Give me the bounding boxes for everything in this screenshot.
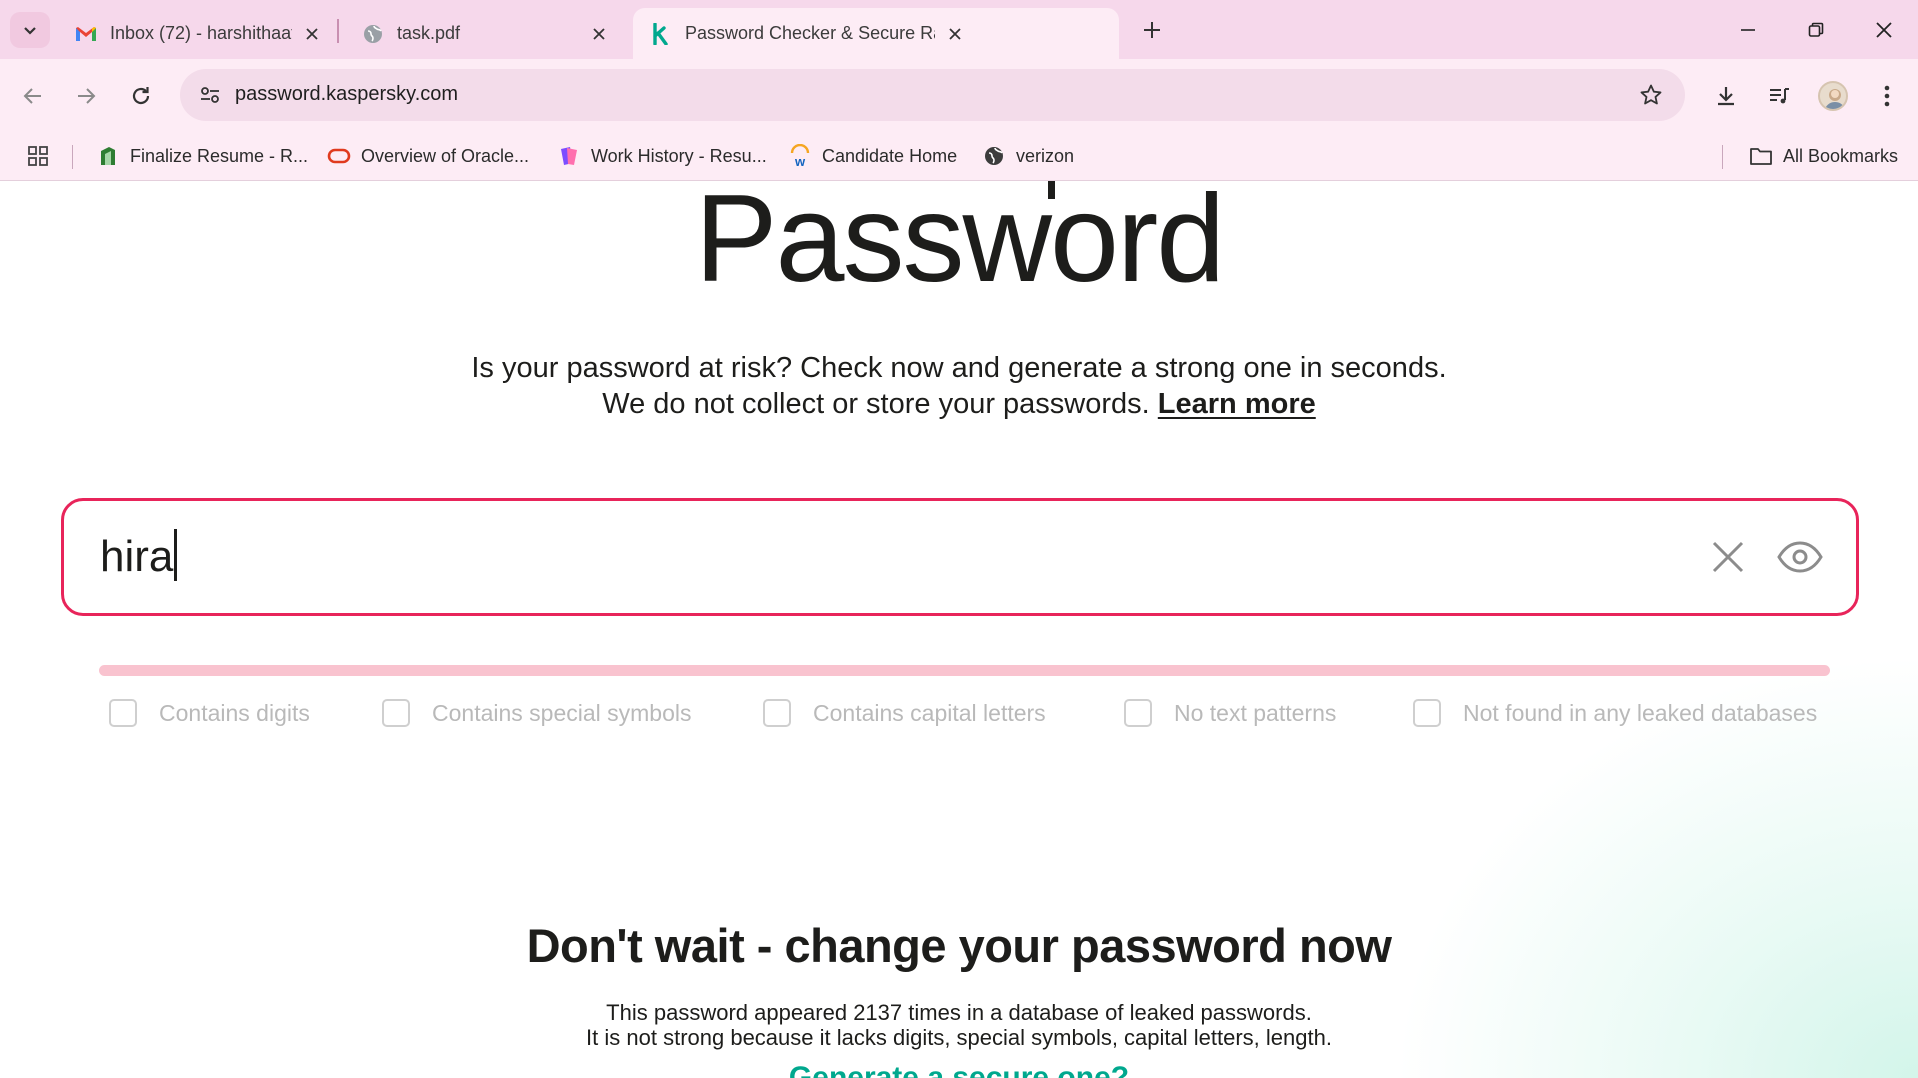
minimize-button[interactable] xyxy=(1720,8,1776,52)
text-cursor xyxy=(174,529,178,581)
globe-icon xyxy=(361,22,385,46)
reload-icon xyxy=(132,87,150,105)
download-icon xyxy=(1718,87,1734,106)
chevron-down-icon xyxy=(24,27,36,35)
bookmark-candidate-home[interactable]: w Candidate Home xyxy=(788,143,957,169)
close-window-button[interactable] xyxy=(1856,8,1912,52)
criterion-label: Contains digits xyxy=(159,699,310,726)
checkbox xyxy=(763,699,791,727)
generate-password-link[interactable]: Generate a secure one? xyxy=(0,1061,1918,1078)
resume-now-icon xyxy=(557,144,581,168)
tab-search-button[interactable] xyxy=(10,12,50,48)
folder-icon xyxy=(1749,144,1773,168)
tab-title: Password Checker & Secure Ran xyxy=(685,23,935,43)
bookmark-divider xyxy=(72,145,73,169)
learn-more-link[interactable]: Learn more xyxy=(1158,388,1316,420)
apps-button[interactable] xyxy=(26,143,60,169)
arrow-right-icon xyxy=(78,88,96,104)
bookmark-label: Overview of Oracle... xyxy=(361,145,530,166)
criterion-not-leaked: Not found in any leaked databases xyxy=(1413,693,1817,733)
password-value-wrapper[interactable]: hira xyxy=(100,529,178,585)
address-bar[interactable]: password.kaspersky.com xyxy=(180,69,1685,121)
media-controls-button[interactable] xyxy=(1760,77,1798,115)
privacy-note: We do not collect or store your password… xyxy=(0,386,1918,422)
restore-button[interactable] xyxy=(1788,8,1844,52)
svg-text:w: w xyxy=(794,154,806,168)
bookmark-label: Work History - Resu... xyxy=(591,145,767,166)
minimize-icon xyxy=(1741,29,1755,31)
hero-title: Password xyxy=(694,181,1225,308)
bookmark-oracle[interactable]: Overview of Oracle... xyxy=(327,143,529,169)
arrow-left-icon xyxy=(23,88,41,104)
bookmarks-bar: Finalize Resume - R... Overview of Oracl… xyxy=(0,131,1918,181)
bookmark-label: Finalize Resume - R... xyxy=(130,145,309,166)
criterion-label: No text patterns xyxy=(1174,699,1337,726)
reload-button[interactable] xyxy=(122,77,160,115)
more-vert-icon xyxy=(1884,85,1890,107)
close-tab-icon[interactable] xyxy=(587,22,611,46)
forward-button[interactable] xyxy=(67,77,105,115)
criterion-label: Not found in any leaked databases xyxy=(1463,699,1818,726)
eye-icon[interactable] xyxy=(1776,539,1824,575)
page-content: Password Is your password at risk? Check… xyxy=(0,181,1918,1078)
leak-count-text: This password appeared 2137 times in a d… xyxy=(606,1000,1312,1025)
criterion-digits: Contains digits xyxy=(109,693,310,733)
close-icon[interactable] xyxy=(1708,537,1748,577)
checkbox xyxy=(1413,699,1441,727)
criterion-label: Contains capital letters xyxy=(813,699,1046,726)
playlist-music-icon xyxy=(1770,88,1789,104)
criterion-label: Contains special symbols xyxy=(432,699,692,726)
tab-kaspersky[interactable]: Password Checker & Secure Ran xyxy=(633,8,1119,59)
url-text: password.kaspersky.com xyxy=(235,83,459,105)
checkbox xyxy=(1124,699,1152,727)
plus-icon xyxy=(1144,22,1160,38)
bookmark-finalize-resume[interactable]: Finalize Resume - R... xyxy=(96,143,308,169)
close-tab-icon[interactable] xyxy=(943,22,967,46)
password-value: hira xyxy=(100,532,174,581)
bookmark-work-history[interactable]: Work History - Resu... xyxy=(557,143,767,169)
bookmark-star-icon[interactable] xyxy=(1637,81,1665,109)
bookmark-divider xyxy=(1722,145,1723,169)
close-icon xyxy=(1876,22,1892,38)
tab-title: task.pdf xyxy=(397,23,461,43)
browser-toolbar: password.kaspersky.com xyxy=(0,59,1918,131)
bookmark-verizon[interactable]: verizon xyxy=(982,143,1074,169)
oracle-icon xyxy=(327,144,351,168)
checkbox xyxy=(109,699,137,727)
site-settings-icon[interactable] xyxy=(196,81,224,109)
tab-gmail[interactable]: Inbox (72) - harshithaatmakuri2 xyxy=(58,8,338,59)
restore-icon xyxy=(1808,22,1824,37)
all-bookmarks-label: All Bookmarks xyxy=(1783,145,1899,166)
tab-title: Inbox (72) - harshithaatmakuri2 xyxy=(110,23,292,43)
profile-avatar[interactable] xyxy=(1818,81,1848,111)
weakness-reason-text: It is not strong because it lacks digits… xyxy=(586,1025,1332,1050)
result-heading: Don't wait - change your password now xyxy=(526,919,1392,972)
criterion-no-text-patterns: No text patterns xyxy=(1124,693,1336,733)
browser-menu-button[interactable] xyxy=(1868,77,1906,115)
bookmark-label: Candidate Home xyxy=(822,145,958,166)
back-button[interactable] xyxy=(14,77,52,115)
checkbox xyxy=(382,699,410,727)
strength-bar xyxy=(99,665,1830,676)
tab-divider xyxy=(337,19,339,43)
kaspersky-k-icon xyxy=(649,22,673,46)
globe-icon xyxy=(982,144,1006,168)
criteria-list: Contains digits Contains special symbols… xyxy=(0,693,1918,733)
gmail-icon xyxy=(74,22,98,46)
password-input[interactable]: hira xyxy=(61,498,1859,616)
close-tab-icon[interactable] xyxy=(300,22,324,46)
apps-grid-icon xyxy=(26,144,50,168)
criterion-capital-letters: Contains capital letters xyxy=(763,693,1046,733)
hero-description: Is your password at risk? Check now and … xyxy=(471,352,1447,384)
privacy-text: We do not collect or store your password… xyxy=(602,388,1150,420)
downloads-button[interactable] xyxy=(1707,77,1745,115)
all-bookmarks-button[interactable]: All Bookmarks xyxy=(1749,143,1898,169)
tab-strip: Inbox (72) - harshithaatmakuri2 task.pdf… xyxy=(0,0,1918,59)
workday-icon: w xyxy=(788,144,812,168)
criterion-special-symbols: Contains special symbols xyxy=(382,693,692,733)
new-tab-button[interactable] xyxy=(1132,12,1172,48)
bookmark-label: verizon xyxy=(1016,145,1075,166)
tab-task-pdf[interactable]: task.pdf xyxy=(345,8,625,59)
resume-builder-icon xyxy=(96,144,120,168)
